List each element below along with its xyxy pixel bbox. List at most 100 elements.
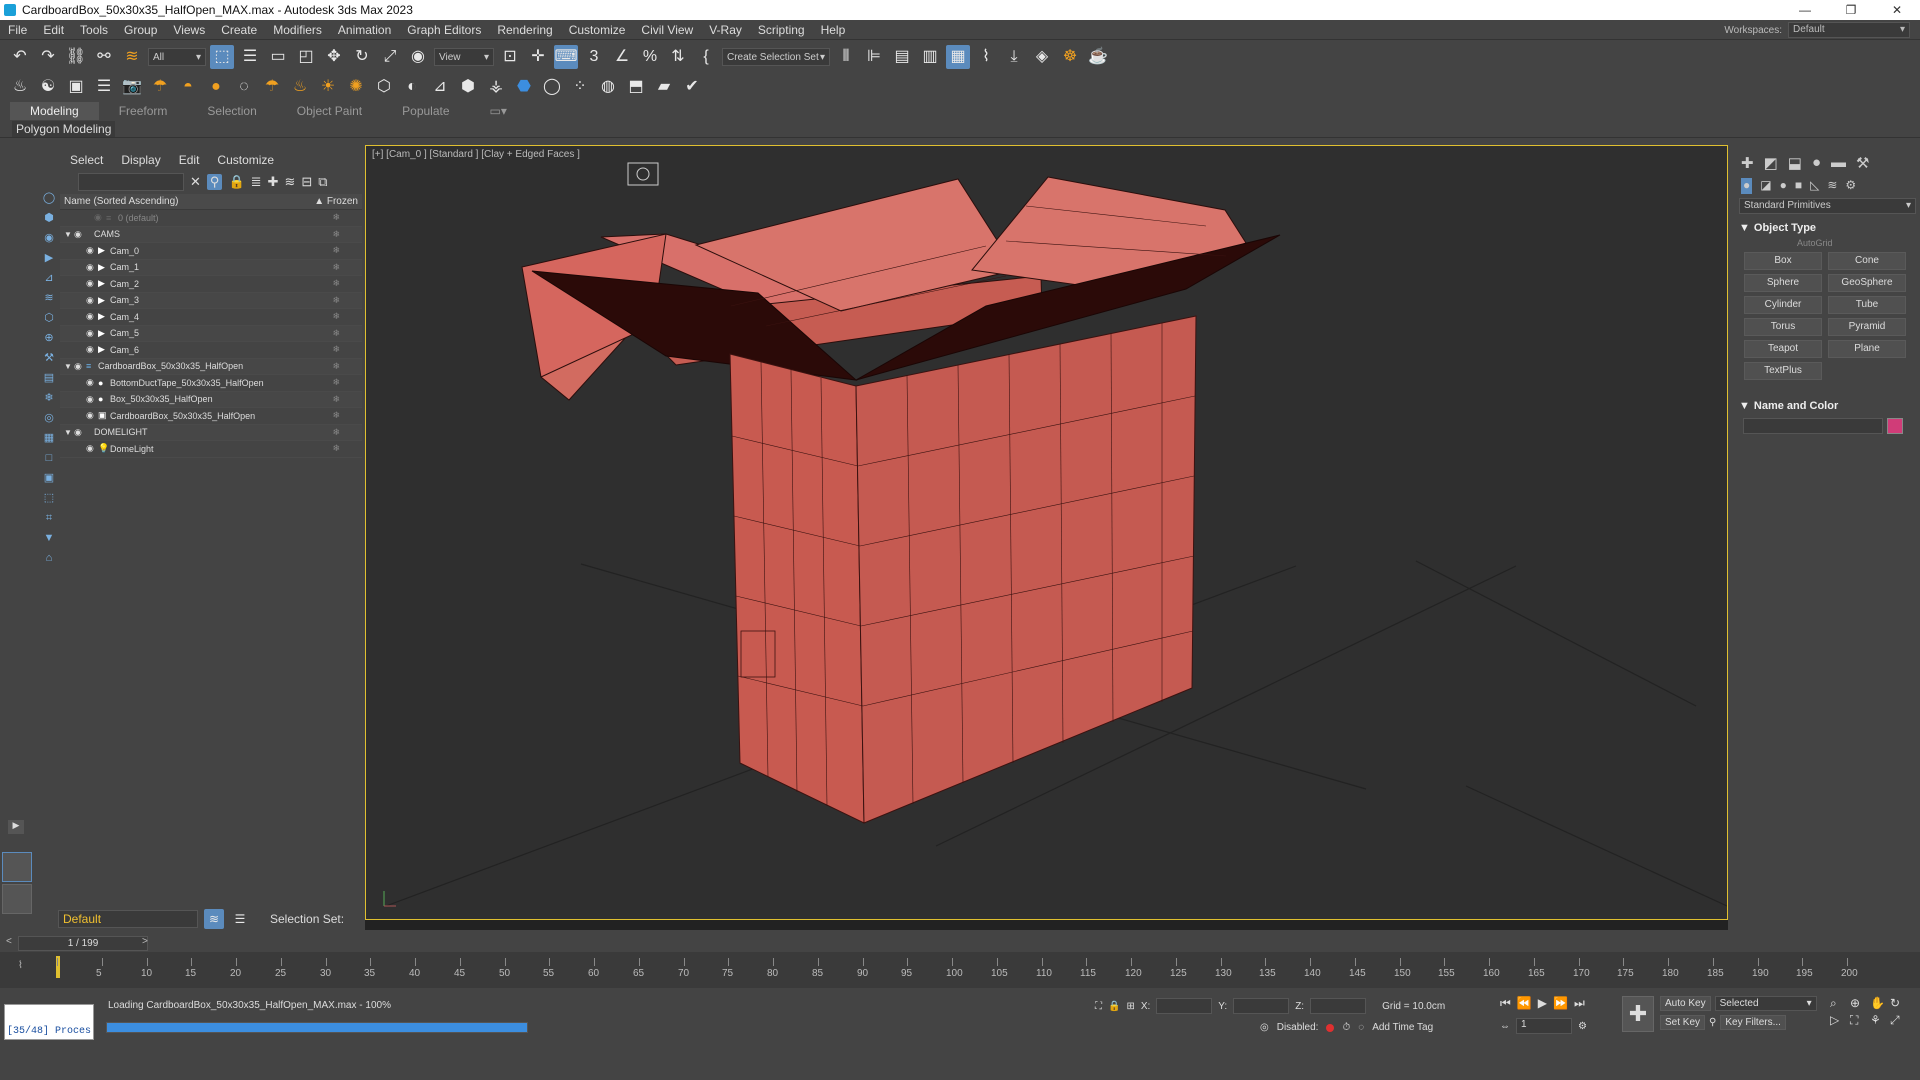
tab-populate[interactable]: Populate: [382, 102, 469, 120]
align-icon[interactable]: ⊫: [862, 45, 886, 69]
vray-lister-icon[interactable]: ☰: [92, 75, 116, 99]
explorer-menu-customize[interactable]: Customize: [217, 153, 274, 170]
rollout-header[interactable]: ▼ Name and Color: [1739, 398, 1916, 414]
display-tab-icon[interactable]: ▬: [1831, 154, 1846, 172]
frame-buffer-icon[interactable]: ▣: [64, 75, 88, 99]
eye-icon[interactable]: ◉: [86, 278, 98, 289]
display-containers-icon[interactable]: ▤: [42, 370, 56, 386]
display-all-icon[interactable]: ▦: [42, 430, 56, 446]
shapes-icon[interactable]: ◪: [1760, 178, 1771, 194]
new-layer-icon[interactable]: ✚: [268, 174, 279, 190]
explorer-menu-display[interactable]: Display: [121, 153, 160, 170]
eye-icon[interactable]: ◉: [94, 212, 106, 223]
hierarchy-tab-icon[interactable]: ⬓: [1788, 154, 1802, 172]
geosphere-button[interactable]: GeoSphere: [1828, 274, 1906, 292]
edit-named-selection-icon[interactable]: {: [694, 45, 718, 69]
tab-object-paint[interactable]: Object Paint: [277, 102, 382, 120]
menu-graph-editors[interactable]: Graph Editors: [399, 20, 489, 40]
funnel-icon[interactable]: ▼: [42, 530, 56, 546]
minimize-icon[interactable]: —: [1782, 0, 1828, 20]
collapse-icon[interactable]: ▼: [64, 362, 74, 371]
filter-toggle-icon[interactable]: ⚲: [206, 174, 223, 190]
list-item[interactable]: ▼ ◉ DOMELIGHT ❄: [60, 424, 362, 441]
eye-icon[interactable]: ◉: [86, 394, 98, 405]
explorer-menu-edit[interactable]: Edit: [179, 153, 200, 170]
window-crossing-icon[interactable]: ◰: [294, 45, 318, 69]
x-field[interactable]: [1156, 998, 1213, 1014]
eye-icon[interactable]: ◉: [74, 427, 86, 438]
angle-snap-icon[interactable]: ∠: [610, 45, 634, 69]
layer-explorer-icon[interactable]: ▤: [890, 45, 914, 69]
autogrid-checkbox[interactable]: AutoGrid: [1797, 238, 1916, 248]
list-item[interactable]: ◉ ● Box_50x30x35_HalfOpen ❄: [60, 391, 362, 408]
list-item[interactable]: ◉ ▶ Cam_0 ❄: [60, 243, 362, 260]
render-icon[interactable]: ☕: [1086, 45, 1110, 69]
create-tab-icon[interactable]: ✚: [1741, 154, 1754, 172]
textplus-button[interactable]: TextPlus: [1744, 362, 1822, 380]
frozen-icon[interactable]: ❄: [332, 229, 340, 240]
primitive-type-dropdown[interactable]: Standard Primitives ▾: [1739, 198, 1916, 214]
menu-rendering[interactable]: Rendering: [489, 20, 560, 40]
menu-animation[interactable]: Animation: [330, 20, 399, 40]
list-item[interactable]: ◉ 💡 DomeLight ❄: [60, 441, 362, 458]
display-groups-icon[interactable]: ⬡: [42, 310, 56, 326]
eye-icon[interactable]: ◉: [86, 328, 98, 339]
select-object-icon[interactable]: ⬚: [210, 45, 234, 69]
lock-icon[interactable]: 🔒: [228, 174, 244, 190]
close-icon[interactable]: ✕: [1874, 0, 1920, 20]
pyramid-button[interactable]: Pyramid: [1828, 318, 1906, 336]
motion-tab-icon[interactable]: ●: [1812, 154, 1821, 172]
tab-modeling[interactable]: Modeling: [10, 102, 99, 120]
interactive-render-icon[interactable]: ☯: [36, 75, 60, 99]
filter-icon[interactable]: ⌗: [42, 510, 56, 526]
menu-create[interactable]: Create: [213, 20, 265, 40]
eye-icon[interactable]: ◉: [86, 443, 98, 454]
frozen-icon[interactable]: ❄: [332, 212, 340, 223]
menu-file[interactable]: File: [0, 20, 35, 40]
vray-fur-icon[interactable]: ◐: [400, 75, 424, 99]
frozen-icon[interactable]: ❄: [332, 262, 340, 273]
key-mode-icon[interactable]: ⇔: [1500, 1021, 1510, 1032]
explorer-menu-select[interactable]: Select: [70, 153, 103, 170]
spacewarps-icon[interactable]: ≋: [1827, 178, 1837, 194]
key-mode-dropdown[interactable]: Selected ▾: [1714, 996, 1817, 1011]
workspace-dropdown[interactable]: Default ▾: [1788, 22, 1910, 38]
vray-proxy-icon[interactable]: ⬡: [372, 75, 396, 99]
maxscript-listener[interactable]: [35/48] Proces: [4, 1004, 94, 1040]
next-key-icon[interactable]: ⏩: [1553, 996, 1568, 1011]
link-icon[interactable]: ⛓: [64, 45, 88, 69]
set-key-mode-button[interactable]: Set Key: [1660, 1015, 1706, 1030]
frozen-icon[interactable]: ❄: [332, 344, 340, 355]
frozen-icon[interactable]: ❄: [332, 443, 340, 454]
geometry-icon[interactable]: ●: [1741, 178, 1753, 194]
stack-icon[interactable]: ≋: [284, 174, 295, 190]
vray-decal-icon[interactable]: ⚶: [484, 75, 508, 99]
plane-button[interactable]: Plane: [1828, 340, 1906, 358]
sphere-light-icon[interactable]: ●: [204, 75, 228, 99]
display-bones-icon[interactable]: ⚒: [42, 350, 56, 366]
dome-light-icon[interactable]: ◓: [176, 75, 200, 99]
undo-icon[interactable]: ↶: [8, 45, 32, 69]
display-cameras-icon[interactable]: ▶: [42, 250, 56, 266]
layer-stack-icon[interactable]: ≋: [204, 909, 224, 929]
vray-light-icon[interactable]: ☂: [148, 75, 172, 99]
toggle-ribbon-icon[interactable]: ▥: [918, 45, 942, 69]
layers-icon[interactable]: ≣: [251, 174, 262, 190]
list-item[interactable]: ◉ ▶ Cam_2 ❄: [60, 276, 362, 293]
viewport-camera[interactable]: [+] [Cam_0 ] [Standard ] [Clay + Edged F…: [365, 145, 1728, 920]
menu-vray[interactable]: V-Ray: [701, 20, 750, 40]
list-item[interactable]: ◉ ● BottomDuctTape_50x30x35_HalfOpen ❄: [60, 375, 362, 392]
teapot-render-icon[interactable]: ♨: [8, 75, 32, 99]
menu-edit[interactable]: Edit: [35, 20, 72, 40]
eye-icon[interactable]: ◉: [86, 245, 98, 256]
select-manipulate-icon[interactable]: ✛: [526, 45, 550, 69]
eye-icon[interactable]: ◉: [86, 410, 98, 421]
eye-icon[interactable]: ◉: [86, 262, 98, 273]
spinner-snap-icon[interactable]: ⇅: [666, 45, 690, 69]
object-props-icon[interactable]: ▰: [652, 75, 676, 99]
lock-selection-icon[interactable]: 🔒: [1108, 1001, 1120, 1012]
utilities-tab-icon[interactable]: ⚒: [1856, 154, 1869, 172]
display-helpers-icon[interactable]: ⊿: [42, 270, 56, 286]
eye-icon[interactable]: ◉: [86, 377, 98, 388]
list-item[interactable]: ◉ ▣ CardboardBox_50x30x35_HalfOpen ❄: [60, 408, 362, 425]
